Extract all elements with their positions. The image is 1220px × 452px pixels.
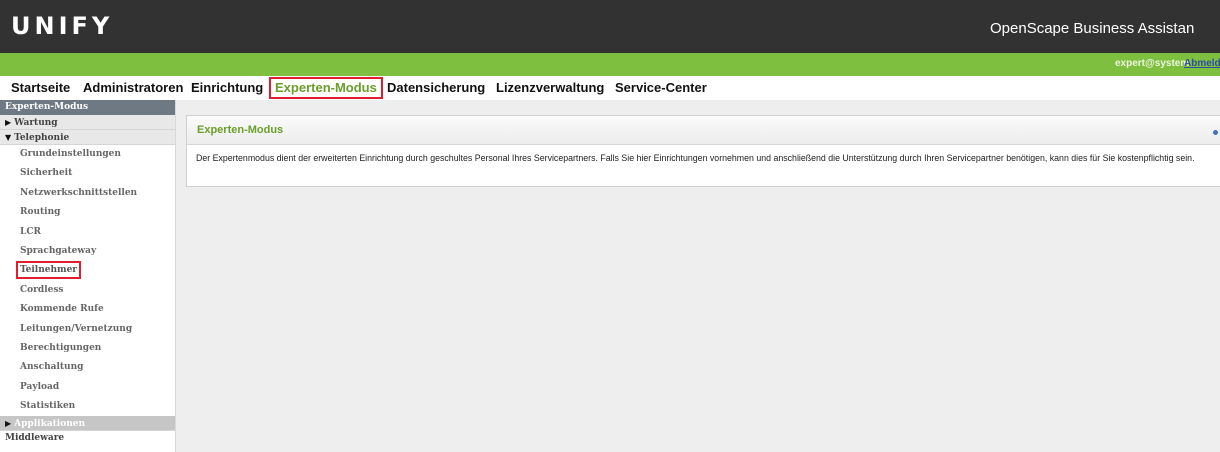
logged-in-user: expert@system (1115, 58, 1190, 69)
sidebar-item-routing[interactable]: Routing (0, 203, 175, 222)
sidebar-item-grundeinstellungen[interactable]: Grundeinstellungen (0, 145, 175, 164)
triangle-right-icon: ▶ (5, 418, 12, 429)
sidebar-item-label: Grundeinstellungen (20, 149, 121, 159)
sidebar-item-label: Netzwerkschnittstellen (20, 187, 138, 198)
main-navigation: Startseite Administratoren Einrichtung E… (0, 76, 1220, 100)
nav-lizenzverwaltung[interactable]: Lizenzverwaltung (496, 80, 604, 96)
nav-einrichtung[interactable]: Einrichtung (191, 80, 263, 96)
sidebar-item-label: Sicherheit (20, 168, 73, 179)
sidebar-item-cordless[interactable]: Cordless (0, 281, 175, 300)
sidebar-item-label: Middleware (5, 433, 65, 444)
sidebar-item-sprachgateway[interactable]: Sprachgateway (0, 242, 175, 261)
sidebar-item-label: LCR (20, 226, 41, 237)
sidebar: Experten-Modus ▶ Wartung ▼ Telephonie Grun… (0, 100, 176, 452)
sidebar-item-label: Payload (20, 381, 60, 392)
app-header: UNIFY OpenScape Business Assistan (0, 0, 1220, 53)
sidebar-item-leitungen-vernetzung[interactable]: Leitungen/Vernetzung (0, 320, 175, 339)
help-icon[interactable] (1213, 130, 1218, 135)
sidebar-group-telephonie[interactable]: ▼ Telephonie (0, 130, 175, 145)
app-title: OpenScape Business Assistan (990, 20, 1195, 37)
sidebar-item-payload[interactable]: Payload (0, 378, 175, 397)
sidebar-item-label: Leitungen/Vernetzung (20, 323, 133, 334)
sidebar-group-wartung[interactable]: ▶ Wartung (0, 115, 175, 130)
sidebar-item-label: Berechtigungen (20, 342, 102, 353)
sidebar-item-label: Cordless (20, 284, 64, 295)
sidebar-item-berechtigungen[interactable]: Berechtigungen (0, 339, 175, 358)
panel-header: Experten-Modus (187, 116, 1220, 145)
logout-link[interactable]: Abmeld (1184, 58, 1220, 69)
panel-title: Experten-Modus (197, 124, 284, 136)
nav-service-center[interactable]: Service-Center (615, 80, 707, 96)
nav-startseite[interactable]: Startseite (11, 80, 70, 96)
sidebar-item-netzwerkschnittstellen[interactable]: Netzwerkschnittstellen (0, 184, 175, 203)
sidebar-item-label: Sprachgateway (20, 245, 97, 256)
user-bar: expert@system Abmeld (0, 53, 1220, 76)
panel-description: Der Expertenmodus dient der erweiterten … (196, 153, 1195, 163)
sidebar-item-label: Routing (20, 207, 61, 218)
nav-administratoren[interactable]: Administratoren (83, 80, 183, 96)
nav-datensicherung[interactable]: Datensicherung (387, 80, 485, 96)
sidebar-item-lcr[interactable]: LCR (0, 223, 175, 242)
sidebar-group-applikationen[interactable]: ▶ Applikationen (0, 416, 175, 432)
main-content: Experten-Modus Der Expertenmodus dient d… (176, 100, 1220, 452)
sidebar-group-label: Wartung (14, 118, 58, 128)
sidebar-group-label: Applikationen (14, 419, 86, 430)
sidebar-header: Experten-Modus (0, 100, 175, 115)
triangle-right-icon: ▶ (5, 117, 12, 127)
sidebar-group-label: Telephonie (14, 133, 70, 143)
unify-logo: UNIFY (11, 12, 114, 40)
sidebar-item-teilnehmer[interactable]: Teilnehmer (0, 261, 175, 280)
sidebar-item-statistiken[interactable]: Statistiken (0, 397, 175, 416)
triangle-down-icon: ▼ (5, 132, 12, 142)
nav-experten-modus[interactable]: Experten-Modus (269, 77, 383, 99)
sidebar-item-label: Kommende Rufe (20, 304, 104, 315)
sidebar-item-label: Anschaltung (20, 362, 84, 373)
sidebar-item-middleware[interactable]: Middleware (0, 431, 175, 446)
experten-modus-panel: Experten-Modus Der Expertenmodus dient d… (186, 115, 1220, 187)
sidebar-item-anschaltung[interactable]: Anschaltung (0, 358, 175, 377)
sidebar-item-sicherheit[interactable]: Sicherheit (0, 164, 175, 183)
sidebar-item-label: Teilnehmer (15, 261, 82, 280)
sidebar-item-kommende-rufe[interactable]: Kommende Rufe (0, 300, 175, 319)
sidebar-item-label: Statistiken (20, 401, 76, 412)
